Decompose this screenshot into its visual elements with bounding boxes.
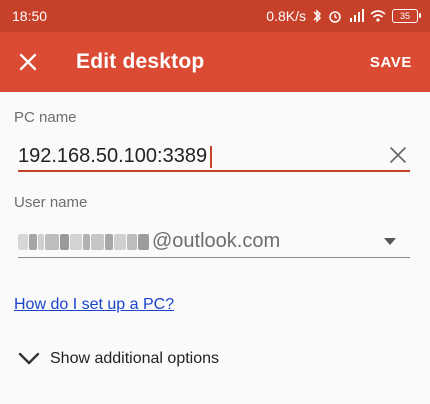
user-name-dropdown[interactable]: @outlook.com <box>18 226 410 258</box>
network-speed: 0.8K/s <box>266 8 306 24</box>
pc-name-input[interactable] <box>18 142 378 170</box>
additional-options-label: Show additional options <box>50 350 220 367</box>
text-caret <box>210 146 212 168</box>
redacted-username <box>18 233 150 250</box>
pc-name-label: PC name <box>14 109 77 126</box>
user-name-label: User name <box>14 194 88 211</box>
battery-icon: 35 <box>392 9 421 23</box>
app-bar: Edit desktop SAVE <box>0 32 430 92</box>
user-name-domain: @outlook.com <box>152 230 281 252</box>
signal-icon <box>348 9 364 23</box>
pc-name-field-container <box>18 140 410 172</box>
clear-icon[interactable] <box>388 145 408 165</box>
save-button[interactable]: SAVE <box>360 46 422 79</box>
page-title: Edit desktop <box>76 50 205 73</box>
battery-level: 35 <box>399 10 410 21</box>
status-icons: 0.8K/s 35 <box>266 8 421 24</box>
status-time: 18:50 <box>12 8 48 24</box>
status-bar: 18:50 0.8K/s 35 <box>0 0 430 32</box>
wifi-icon <box>370 9 386 23</box>
alarm-icon <box>328 9 342 23</box>
setup-help-link[interactable]: How do I set up a PC? <box>14 296 174 314</box>
close-button[interactable] <box>0 32 56 92</box>
chevron-down-icon <box>18 352 40 365</box>
bluetooth-icon <box>312 9 322 23</box>
additional-options-toggle[interactable]: Show additional options <box>18 344 219 374</box>
close-icon <box>19 53 37 71</box>
dropdown-arrow-icon <box>384 238 396 245</box>
